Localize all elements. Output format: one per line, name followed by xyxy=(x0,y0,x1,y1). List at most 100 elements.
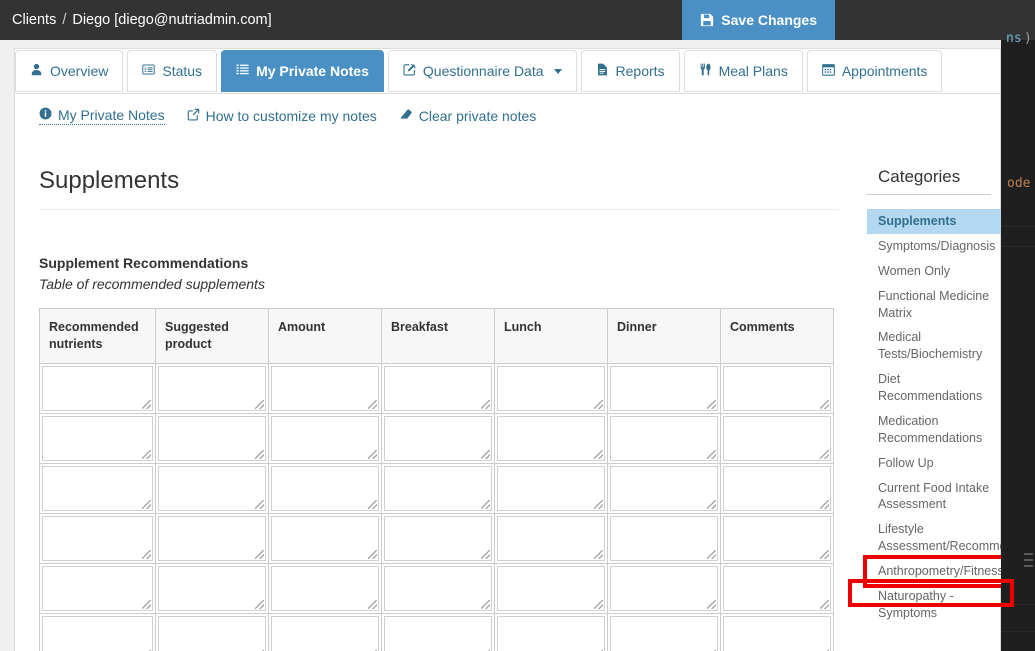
cell-textarea[interactable] xyxy=(723,466,831,511)
cell-textarea[interactable] xyxy=(723,566,831,611)
category-item-follow-up[interactable]: Follow Up xyxy=(867,451,1001,476)
cell-textarea[interactable] xyxy=(384,466,492,511)
tab-meal-plans[interactable]: Meal Plans xyxy=(683,50,803,92)
cell-textarea[interactable] xyxy=(271,566,379,611)
resize-handle-icon[interactable] xyxy=(255,550,264,559)
cell-textarea[interactable] xyxy=(42,516,153,561)
cell-textarea[interactable] xyxy=(42,366,153,411)
cell-textarea[interactable] xyxy=(723,366,831,411)
resize-handle-icon[interactable] xyxy=(707,600,716,609)
cell-textarea[interactable] xyxy=(158,566,266,611)
cell-textarea[interactable] xyxy=(158,516,266,561)
cell-textarea[interactable] xyxy=(158,366,266,411)
cell-textarea[interactable] xyxy=(497,416,605,461)
breadcrumb-root[interactable]: Clients xyxy=(12,12,56,28)
save-changes-button[interactable]: Save Changes xyxy=(682,0,835,40)
cell-textarea[interactable] xyxy=(158,616,266,651)
cell-textarea[interactable] xyxy=(42,566,153,611)
cell-textarea[interactable] xyxy=(497,366,605,411)
cell-textarea[interactable] xyxy=(271,616,379,651)
category-item-medical-tests-biochemistry[interactable]: Medical Tests/Biochemistry xyxy=(867,325,1001,367)
resize-handle-icon[interactable] xyxy=(594,450,603,459)
category-item-medication-recommendations[interactable]: Medication Recommendations xyxy=(867,409,1001,451)
tab-status[interactable]: Status xyxy=(127,50,218,92)
resize-handle-icon[interactable] xyxy=(481,500,490,509)
resize-handle-icon[interactable] xyxy=(820,550,829,559)
resize-handle-icon[interactable] xyxy=(481,600,490,609)
resize-handle-icon[interactable] xyxy=(142,600,151,609)
cell-textarea[interactable] xyxy=(158,466,266,511)
resize-handle-icon[interactable] xyxy=(368,500,377,509)
category-item-supplements[interactable]: Supplements xyxy=(867,209,1001,234)
resize-handle-icon[interactable] xyxy=(255,450,264,459)
cell-textarea[interactable] xyxy=(497,566,605,611)
resize-handle-icon[interactable] xyxy=(481,550,490,559)
resize-handle-icon[interactable] xyxy=(142,550,151,559)
editor-scroll-nub[interactable] xyxy=(1024,565,1033,567)
cell-textarea[interactable] xyxy=(610,416,718,461)
sublink-clear-private-notes[interactable]: Clear private notes xyxy=(399,108,536,124)
cell-textarea[interactable] xyxy=(610,366,718,411)
resize-handle-icon[interactable] xyxy=(820,400,829,409)
resize-handle-icon[interactable] xyxy=(594,600,603,609)
cell-textarea[interactable] xyxy=(384,566,492,611)
resize-handle-icon[interactable] xyxy=(481,400,490,409)
cell-textarea[interactable] xyxy=(497,466,605,511)
cell-textarea[interactable] xyxy=(723,616,831,651)
resize-handle-icon[interactable] xyxy=(255,400,264,409)
tab-my-private-notes[interactable]: My Private Notes xyxy=(221,50,384,92)
category-item-functional-medicine-matrix[interactable]: Functional Medicine Matrix xyxy=(867,284,1001,326)
category-item-current-food-intake-assessment[interactable]: Current Food Intake Assessment xyxy=(867,476,1001,518)
category-item-symptoms-diagnosis[interactable]: Symptoms/Diagnosis xyxy=(867,234,1001,259)
tab-overview[interactable]: Overview xyxy=(15,50,124,92)
resize-handle-icon[interactable] xyxy=(594,550,603,559)
cell-textarea[interactable] xyxy=(610,616,718,651)
sublink-how-to-customize[interactable]: How to customize my notes xyxy=(187,108,377,124)
resize-handle-icon[interactable] xyxy=(255,500,264,509)
category-item-anthropometry-fitness[interactable]: Anthropometry/Fitness xyxy=(863,555,1001,588)
resize-handle-icon[interactable] xyxy=(368,550,377,559)
cell-textarea[interactable] xyxy=(723,416,831,461)
cell-textarea[interactable] xyxy=(271,416,379,461)
cell-textarea[interactable] xyxy=(271,366,379,411)
cell-textarea[interactable] xyxy=(497,616,605,651)
cell-textarea[interactable] xyxy=(497,516,605,561)
resize-handle-icon[interactable] xyxy=(820,500,829,509)
resize-handle-icon[interactable] xyxy=(707,400,716,409)
resize-handle-icon[interactable] xyxy=(368,400,377,409)
cell-textarea[interactable] xyxy=(723,516,831,561)
resize-handle-icon[interactable] xyxy=(368,450,377,459)
editor-scroll-nub[interactable] xyxy=(1024,553,1033,555)
cell-textarea[interactable] xyxy=(271,466,379,511)
category-item-women-only[interactable]: Women Only xyxy=(867,259,1001,284)
cell-textarea[interactable] xyxy=(42,416,153,461)
resize-handle-icon[interactable] xyxy=(255,600,264,609)
cell-textarea[interactable] xyxy=(384,616,492,651)
cell-textarea[interactable] xyxy=(384,416,492,461)
category-item-lifestyle-assessment-recommendations[interactable]: Lifestyle Assessment/Recommendations xyxy=(867,517,1001,559)
cell-textarea[interactable] xyxy=(384,366,492,411)
resize-handle-icon[interactable] xyxy=(142,500,151,509)
resize-handle-icon[interactable] xyxy=(594,400,603,409)
cell-textarea[interactable] xyxy=(384,516,492,561)
editor-scroll-nub[interactable] xyxy=(1024,559,1033,561)
cell-textarea[interactable] xyxy=(42,616,153,651)
resize-handle-icon[interactable] xyxy=(368,600,377,609)
resize-handle-icon[interactable] xyxy=(820,450,829,459)
sublink-my-private-notes[interactable]: My Private Notes xyxy=(39,107,165,125)
resize-handle-icon[interactable] xyxy=(481,450,490,459)
resize-handle-icon[interactable] xyxy=(707,450,716,459)
resize-handle-icon[interactable] xyxy=(142,450,151,459)
category-item-diet-recommendations[interactable]: Diet Recommendations xyxy=(867,367,1001,409)
cell-textarea[interactable] xyxy=(271,516,379,561)
cell-textarea[interactable] xyxy=(610,516,718,561)
resize-handle-icon[interactable] xyxy=(142,400,151,409)
tab-questionnaire-data[interactable]: Questionnaire Data xyxy=(387,50,577,92)
resize-handle-icon[interactable] xyxy=(707,500,716,509)
resize-handle-icon[interactable] xyxy=(594,500,603,509)
category-item-naturopathy-symptoms[interactable]: Naturopathy - Symptoms xyxy=(867,584,1001,626)
cell-textarea[interactable] xyxy=(610,566,718,611)
resize-handle-icon[interactable] xyxy=(820,600,829,609)
cell-textarea[interactable] xyxy=(42,466,153,511)
cell-textarea[interactable] xyxy=(610,466,718,511)
